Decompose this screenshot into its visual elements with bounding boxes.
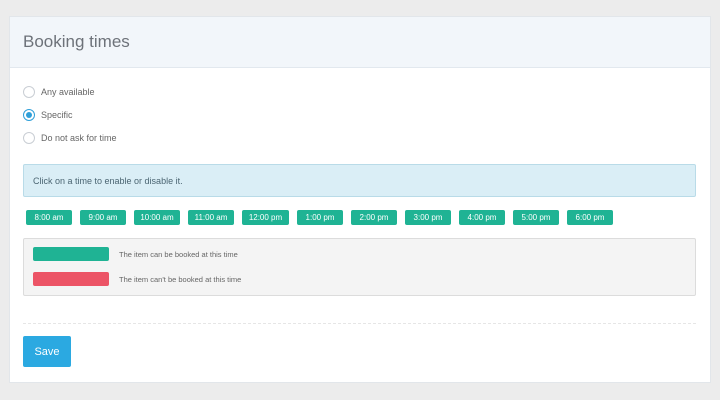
radio-do-not-ask[interactable] [23,132,35,144]
option-label: Any available [41,87,95,97]
time-slot-button[interactable]: 2:00 pm [351,210,397,225]
time-slot-button[interactable]: 5:00 pm [513,210,559,225]
time-slot-button[interactable]: 10:00 am [134,210,180,225]
time-slot-button[interactable]: 6:00 pm [567,210,613,225]
legend-swatch-not-bookable [33,272,109,286]
save-button[interactable]: Save [23,336,71,367]
info-alert: Click on a time to enable or disable it. [23,164,696,197]
legend-box: The item can be booked at this time The … [23,238,696,296]
radio-specific[interactable] [23,109,35,121]
time-slot-button[interactable]: 1:00 pm [297,210,343,225]
divider [23,323,696,324]
option-do-not-ask[interactable]: Do not ask for time [23,130,117,146]
time-slot-button[interactable]: 11:00 am [188,210,234,225]
time-slot-button[interactable]: 3:00 pm [405,210,451,225]
legend-text: The item can't be booked at this time [119,274,242,284]
booking-times-panel: Booking times Any available Specific Do … [9,16,711,383]
time-mode-radio-group: Any available Specific Do not ask for ti… [23,84,117,153]
radio-any-available[interactable] [23,86,35,98]
info-text: Click on a time to enable or disable it. [33,175,183,186]
option-label: Do not ask for time [41,133,117,143]
legend-item-not-bookable: The item can't be booked at this time [33,272,241,286]
legend-swatch-bookable [33,247,109,261]
option-any-available[interactable]: Any available [23,84,117,100]
option-specific[interactable]: Specific [23,107,117,123]
panel-header: Booking times [10,17,710,68]
time-slot-button[interactable]: 12:00 pm [242,210,289,225]
page-title: Booking times [23,32,130,51]
time-slot-button[interactable]: 9:00 am [80,210,126,225]
legend-item-bookable: The item can be booked at this time [33,247,238,261]
time-slot-button[interactable]: 4:00 pm [459,210,505,225]
legend-text: The item can be booked at this time [119,249,238,259]
option-label: Specific [41,110,73,120]
time-slot-list: 8:00 am 9:00 am 10:00 am 11:00 am 12:00 … [26,210,621,225]
time-slot-button[interactable]: 8:00 am [26,210,72,225]
